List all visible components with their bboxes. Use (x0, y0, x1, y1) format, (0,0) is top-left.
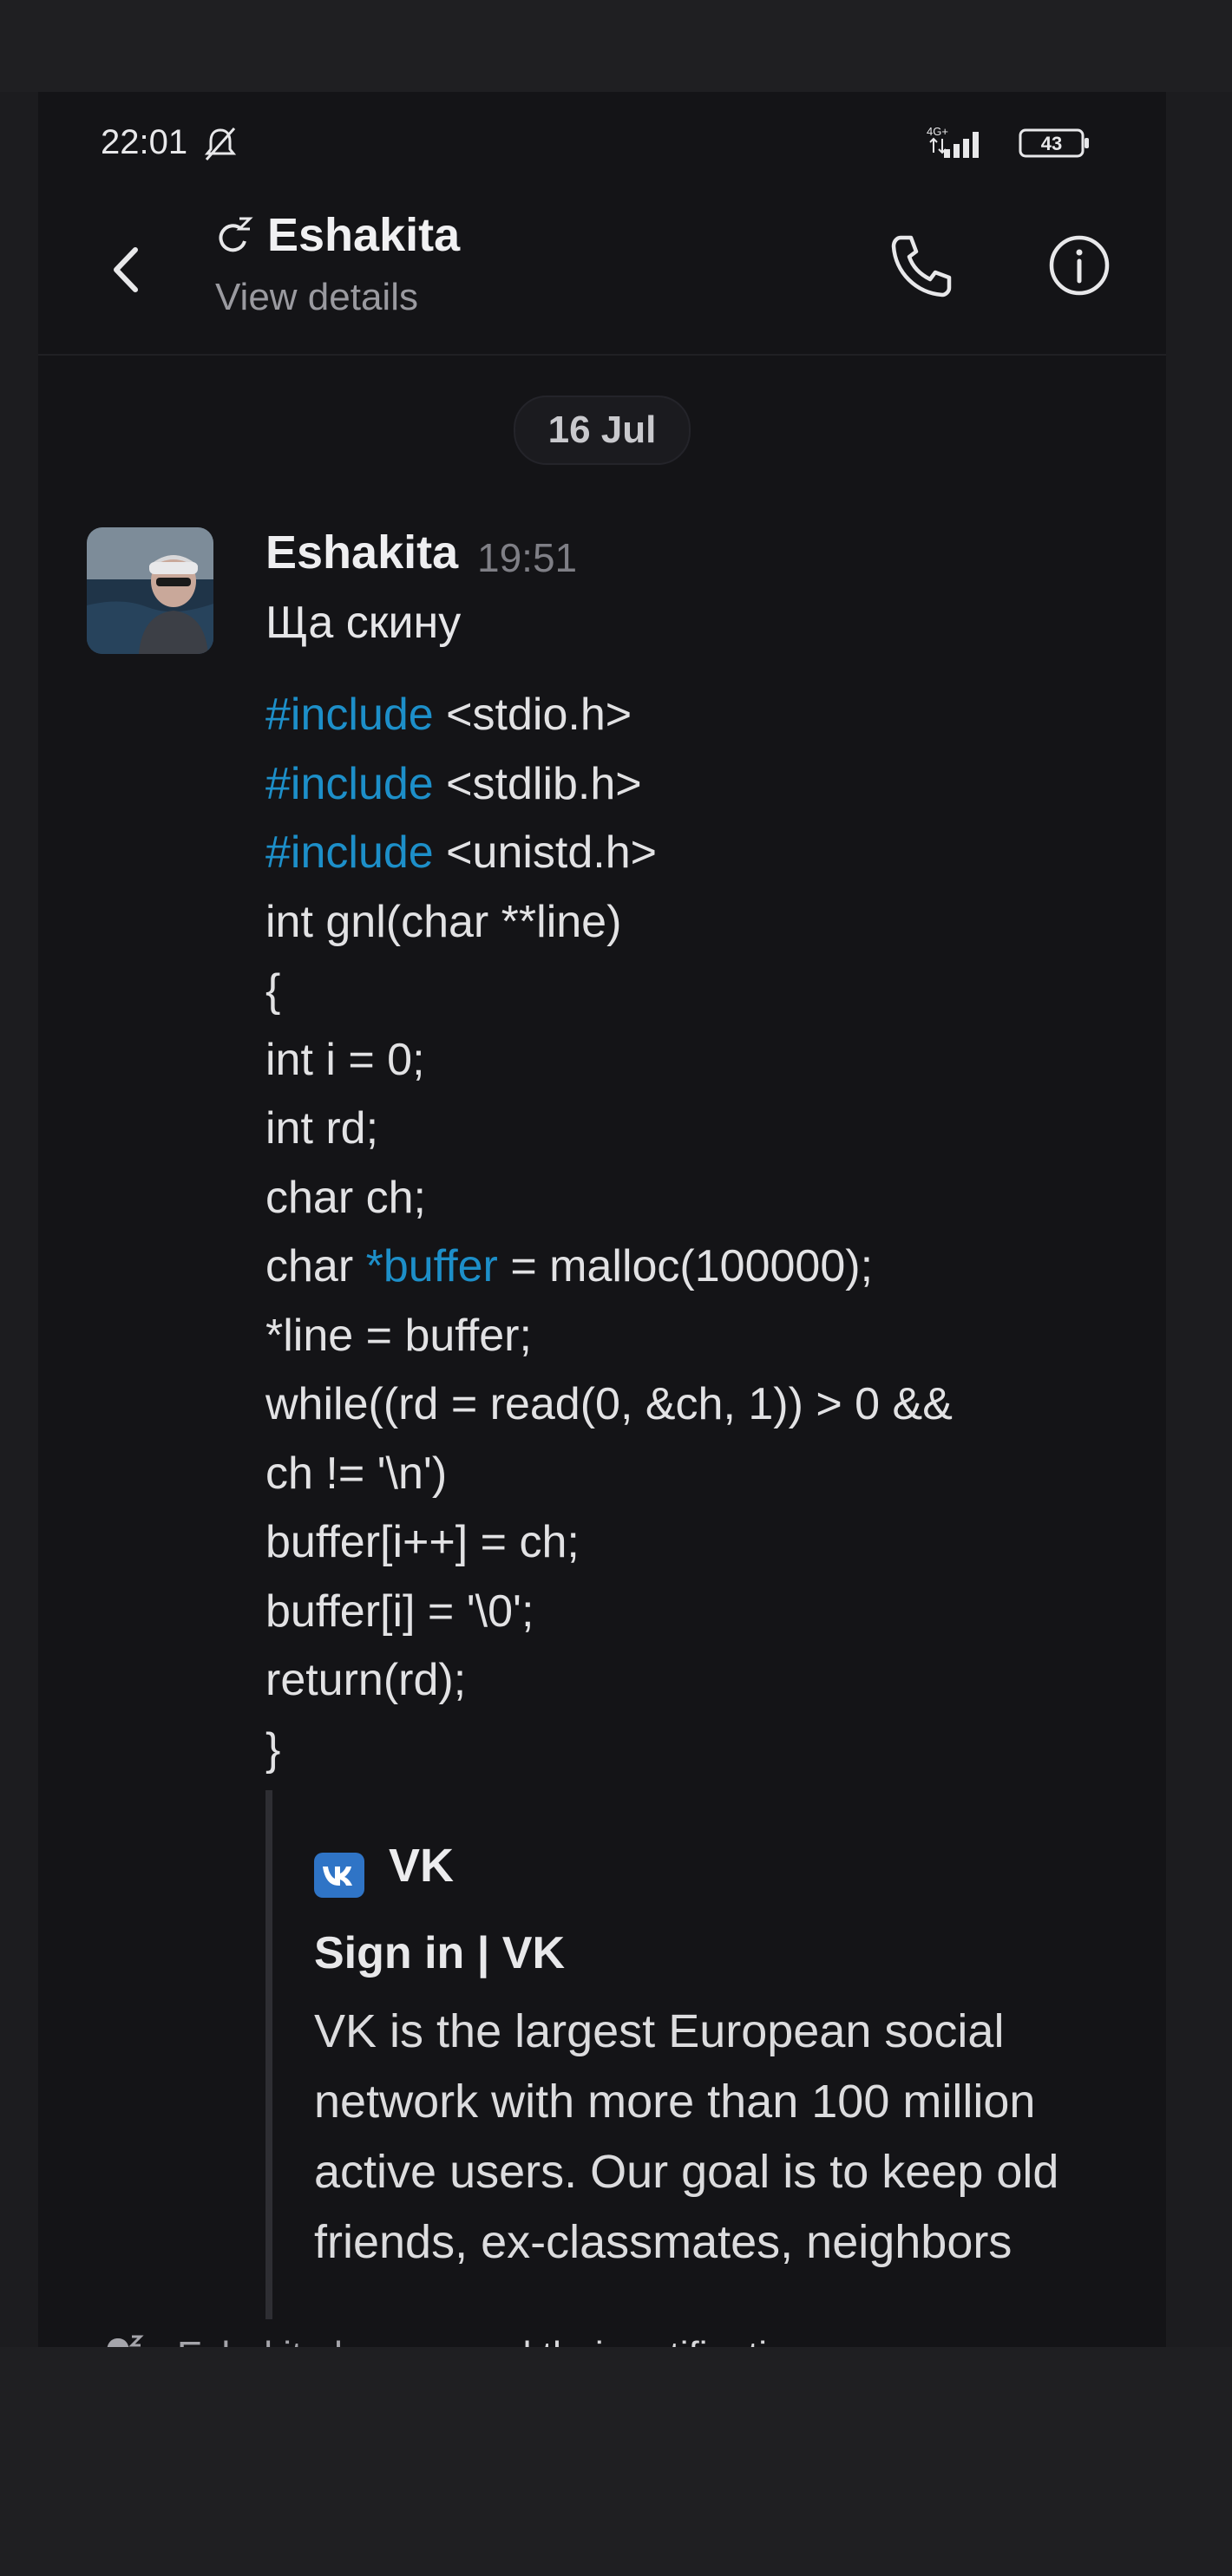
message-author[interactable]: Eshakita (265, 526, 458, 579)
code-line: *line = buffer; (265, 1310, 953, 1379)
code-line: { (265, 964, 953, 1034)
code-text: char (265, 1241, 366, 1291)
code-text: buffer[i] = '\0'; (265, 1585, 534, 1637)
header-divider (38, 354, 1166, 356)
battery-level: 43 (1041, 133, 1062, 154)
code-line: buffer[i++] = ch; (265, 1516, 953, 1585)
message-text: Ща скину (265, 598, 462, 648)
sleep-status-icon (219, 217, 253, 252)
preview-description: VK is the largest European social networ… (314, 2005, 1059, 2268)
back-button[interactable] (101, 239, 149, 300)
notice-prefix: Eshakita has (177, 2334, 406, 2347)
code-text: while((rd = read(0, &ch, 1)) > 0 && (265, 1379, 953, 1429)
code-line: #include <stdlib.h> (265, 758, 953, 827)
info-icon[interactable] (1045, 231, 1114, 300)
code-line: #include <stdio.h> (265, 689, 953, 758)
code-message: #include <stdio.h> #include <stdlib.h> #in… (265, 689, 953, 1792)
preview-title-link[interactable]: Sign in | VK (314, 1927, 565, 1979)
status-time: 22:01 (101, 123, 188, 161)
notifications-muted-icon (204, 127, 237, 160)
code-text: buffer[i++] = ch; (265, 1517, 580, 1567)
code-text: *line = buffer; (265, 1310, 532, 1361)
vk-logo-icon (314, 1853, 364, 1898)
code-text: = malloc(100000); (497, 1241, 874, 1291)
code-text: return(rd); (265, 1655, 467, 1705)
code-line: #include <unistd.h> (265, 827, 953, 896)
code-line: return(rd); (265, 1654, 953, 1723)
message-time: 19:51 (477, 535, 578, 580)
backdrop-bottom (0, 2347, 1232, 2576)
code-line: int rd; (265, 1102, 953, 1172)
notifications-paused-icon (107, 2335, 144, 2347)
code-text: int i = 0; (265, 1034, 425, 1085)
code-line: int gnl(char **line) (265, 896, 953, 965)
code-line: int i = 0; (265, 1034, 953, 1103)
code-keyword: *buffer (365, 1241, 498, 1291)
phone-screen: 22:01 4G+ 43 Eshakita View details 16 Ju… (38, 92, 1166, 2347)
code-line: ch != '\n') (265, 1448, 953, 1517)
code-text: int gnl(char **line) (265, 896, 622, 947)
view-details-link[interactable]: View details (215, 276, 418, 319)
notifications-paused-notice: Eshakita has paused their notifications. (177, 2334, 839, 2347)
network-type: 4G+ (927, 125, 948, 138)
notice-emphasis: paused their notifications. (406, 2334, 839, 2347)
code-text: { (265, 965, 281, 1016)
battery-icon: 43 (1019, 128, 1089, 158)
code-keyword: #include (265, 827, 434, 878)
code-text: } (265, 1723, 281, 1775)
phone-call-icon[interactable] (888, 231, 956, 300)
backdrop-top (0, 0, 1232, 92)
signal-icon: 4G+ (927, 125, 979, 158)
code-text: <stdio.h> (433, 690, 632, 740)
date-separator: 16 Jul (514, 396, 691, 465)
code-line: char ch; (265, 1172, 953, 1241)
code-text: <stdlib.h> (433, 758, 642, 809)
code-text: int rd; (265, 1103, 379, 1154)
preview-site-name: VK (389, 1840, 455, 1892)
code-text: ch != '\n') (265, 1448, 448, 1499)
code-text: <unistd.h> (433, 827, 658, 878)
avatar[interactable] (87, 527, 213, 654)
code-keyword: #include (265, 690, 434, 740)
preview-accent-bar (265, 1790, 272, 2319)
code-line: while((rd = read(0, &ch, 1)) > 0 && (265, 1378, 953, 1448)
code-line: } (265, 1723, 953, 1793)
code-line: buffer[i] = '\0'; (265, 1585, 953, 1655)
code-line: char *buffer = malloc(100000); (265, 1240, 953, 1310)
code-keyword: #include (265, 758, 434, 809)
code-text: char ch; (265, 1172, 426, 1223)
contact-name[interactable]: Eshakita (267, 208, 460, 262)
